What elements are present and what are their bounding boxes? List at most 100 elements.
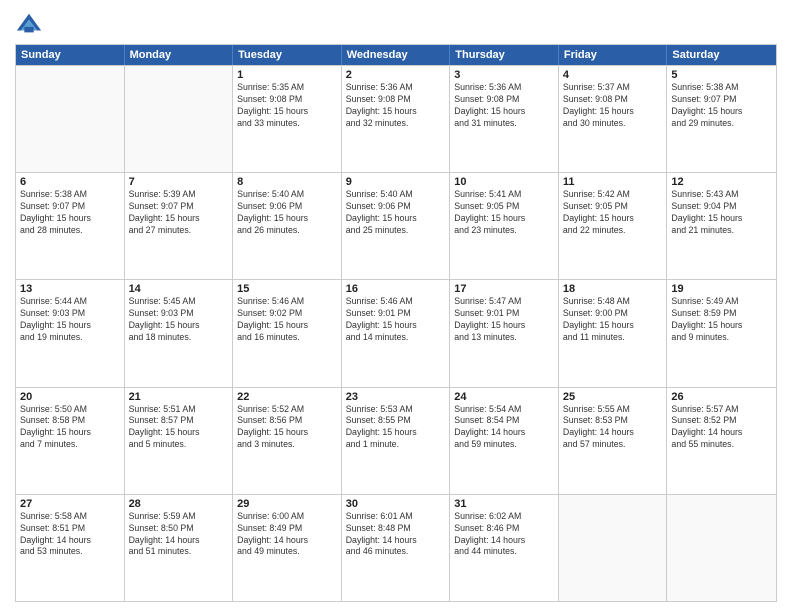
cal-header-tuesday: Tuesday [233, 45, 342, 65]
day-cell-3: 3Sunrise: 5:36 AM Sunset: 9:08 PM Daylig… [450, 66, 559, 172]
day-info: Sunrise: 6:02 AM Sunset: 8:46 PM Dayligh… [454, 511, 554, 559]
day-cell-25: 25Sunrise: 5:55 AM Sunset: 8:53 PM Dayli… [559, 388, 668, 494]
day-cell-27: 27Sunrise: 5:58 AM Sunset: 8:51 PM Dayli… [16, 495, 125, 601]
day-number: 11 [563, 176, 663, 188]
day-info: Sunrise: 5:57 AM Sunset: 8:52 PM Dayligh… [671, 404, 772, 452]
day-info: Sunrise: 5:40 AM Sunset: 9:06 PM Dayligh… [237, 189, 337, 237]
day-info: Sunrise: 5:54 AM Sunset: 8:54 PM Dayligh… [454, 404, 554, 452]
day-number: 30 [346, 498, 446, 510]
day-number: 16 [346, 283, 446, 295]
day-cell-9: 9Sunrise: 5:40 AM Sunset: 9:06 PM Daylig… [342, 173, 451, 279]
cal-header-monday: Monday [125, 45, 234, 65]
day-info: Sunrise: 5:49 AM Sunset: 8:59 PM Dayligh… [671, 296, 772, 344]
day-info: Sunrise: 5:58 AM Sunset: 8:51 PM Dayligh… [20, 511, 120, 559]
week-row-3: 13Sunrise: 5:44 AM Sunset: 9:03 PM Dayli… [16, 279, 776, 386]
day-cell-26: 26Sunrise: 5:57 AM Sunset: 8:52 PM Dayli… [667, 388, 776, 494]
day-number: 31 [454, 498, 554, 510]
day-info: Sunrise: 5:48 AM Sunset: 9:00 PM Dayligh… [563, 296, 663, 344]
day-number: 15 [237, 283, 337, 295]
day-info: Sunrise: 5:52 AM Sunset: 8:56 PM Dayligh… [237, 404, 337, 452]
day-number: 17 [454, 283, 554, 295]
day-cell-11: 11Sunrise: 5:42 AM Sunset: 9:05 PM Dayli… [559, 173, 668, 279]
day-number: 12 [671, 176, 772, 188]
day-number: 7 [129, 176, 229, 188]
day-cell-8: 8Sunrise: 5:40 AM Sunset: 9:06 PM Daylig… [233, 173, 342, 279]
day-info: Sunrise: 5:40 AM Sunset: 9:06 PM Dayligh… [346, 189, 446, 237]
day-number: 20 [20, 391, 120, 403]
day-number: 21 [129, 391, 229, 403]
calendar: SundayMondayTuesdayWednesdayThursdayFrid… [15, 44, 777, 602]
day-info: Sunrise: 5:47 AM Sunset: 9:01 PM Dayligh… [454, 296, 554, 344]
day-info: Sunrise: 5:39 AM Sunset: 9:07 PM Dayligh… [129, 189, 229, 237]
cal-header-sunday: Sunday [16, 45, 125, 65]
day-cell-13: 13Sunrise: 5:44 AM Sunset: 9:03 PM Dayli… [16, 280, 125, 386]
day-number: 27 [20, 498, 120, 510]
day-info: Sunrise: 5:59 AM Sunset: 8:50 PM Dayligh… [129, 511, 229, 559]
header [15, 10, 777, 38]
day-cell-6: 6Sunrise: 5:38 AM Sunset: 9:07 PM Daylig… [16, 173, 125, 279]
day-cell-15: 15Sunrise: 5:46 AM Sunset: 9:02 PM Dayli… [233, 280, 342, 386]
cal-header-wednesday: Wednesday [342, 45, 451, 65]
day-cell-empty [667, 495, 776, 601]
page: SundayMondayTuesdayWednesdayThursdayFrid… [0, 0, 792, 612]
day-cell-4: 4Sunrise: 5:37 AM Sunset: 9:08 PM Daylig… [559, 66, 668, 172]
day-info: Sunrise: 5:41 AM Sunset: 9:05 PM Dayligh… [454, 189, 554, 237]
day-info: Sunrise: 5:43 AM Sunset: 9:04 PM Dayligh… [671, 189, 772, 237]
day-number: 28 [129, 498, 229, 510]
day-info: Sunrise: 5:45 AM Sunset: 9:03 PM Dayligh… [129, 296, 229, 344]
cal-header-thursday: Thursday [450, 45, 559, 65]
day-cell-empty [125, 66, 234, 172]
day-number: 23 [346, 391, 446, 403]
week-row-5: 27Sunrise: 5:58 AM Sunset: 8:51 PM Dayli… [16, 494, 776, 601]
day-number: 18 [563, 283, 663, 295]
day-cell-12: 12Sunrise: 5:43 AM Sunset: 9:04 PM Dayli… [667, 173, 776, 279]
day-cell-7: 7Sunrise: 5:39 AM Sunset: 9:07 PM Daylig… [125, 173, 234, 279]
day-cell-17: 17Sunrise: 5:47 AM Sunset: 9:01 PM Dayli… [450, 280, 559, 386]
week-row-1: 1Sunrise: 5:35 AM Sunset: 9:08 PM Daylig… [16, 65, 776, 172]
day-number: 26 [671, 391, 772, 403]
day-info: Sunrise: 6:00 AM Sunset: 8:49 PM Dayligh… [237, 511, 337, 559]
day-cell-16: 16Sunrise: 5:46 AM Sunset: 9:01 PM Dayli… [342, 280, 451, 386]
day-cell-29: 29Sunrise: 6:00 AM Sunset: 8:49 PM Dayli… [233, 495, 342, 601]
day-number: 13 [20, 283, 120, 295]
day-info: Sunrise: 5:50 AM Sunset: 8:58 PM Dayligh… [20, 404, 120, 452]
day-cell-20: 20Sunrise: 5:50 AM Sunset: 8:58 PM Dayli… [16, 388, 125, 494]
day-cell-5: 5Sunrise: 5:38 AM Sunset: 9:07 PM Daylig… [667, 66, 776, 172]
day-cell-19: 19Sunrise: 5:49 AM Sunset: 8:59 PM Dayli… [667, 280, 776, 386]
day-info: Sunrise: 5:46 AM Sunset: 9:02 PM Dayligh… [237, 296, 337, 344]
logo-icon [15, 10, 43, 38]
day-cell-30: 30Sunrise: 6:01 AM Sunset: 8:48 PM Dayli… [342, 495, 451, 601]
calendar-body: 1Sunrise: 5:35 AM Sunset: 9:08 PM Daylig… [16, 65, 776, 601]
day-number: 8 [237, 176, 337, 188]
calendar-header-row: SundayMondayTuesdayWednesdayThursdayFrid… [16, 45, 776, 65]
day-cell-22: 22Sunrise: 5:52 AM Sunset: 8:56 PM Dayli… [233, 388, 342, 494]
day-cell-23: 23Sunrise: 5:53 AM Sunset: 8:55 PM Dayli… [342, 388, 451, 494]
cal-header-saturday: Saturday [667, 45, 776, 65]
day-info: Sunrise: 5:53 AM Sunset: 8:55 PM Dayligh… [346, 404, 446, 452]
day-number: 3 [454, 69, 554, 81]
day-cell-18: 18Sunrise: 5:48 AM Sunset: 9:00 PM Dayli… [559, 280, 668, 386]
day-info: Sunrise: 5:44 AM Sunset: 9:03 PM Dayligh… [20, 296, 120, 344]
day-info: Sunrise: 5:55 AM Sunset: 8:53 PM Dayligh… [563, 404, 663, 452]
day-number: 19 [671, 283, 772, 295]
day-cell-empty [559, 495, 668, 601]
day-info: Sunrise: 5:51 AM Sunset: 8:57 PM Dayligh… [129, 404, 229, 452]
day-info: Sunrise: 5:42 AM Sunset: 9:05 PM Dayligh… [563, 189, 663, 237]
day-number: 29 [237, 498, 337, 510]
day-info: Sunrise: 5:37 AM Sunset: 9:08 PM Dayligh… [563, 82, 663, 130]
day-number: 5 [671, 69, 772, 81]
day-info: Sunrise: 6:01 AM Sunset: 8:48 PM Dayligh… [346, 511, 446, 559]
week-row-2: 6Sunrise: 5:38 AM Sunset: 9:07 PM Daylig… [16, 172, 776, 279]
day-info: Sunrise: 5:36 AM Sunset: 9:08 PM Dayligh… [346, 82, 446, 130]
day-number: 6 [20, 176, 120, 188]
day-number: 2 [346, 69, 446, 81]
day-number: 10 [454, 176, 554, 188]
day-number: 22 [237, 391, 337, 403]
day-cell-10: 10Sunrise: 5:41 AM Sunset: 9:05 PM Dayli… [450, 173, 559, 279]
day-cell-1: 1Sunrise: 5:35 AM Sunset: 9:08 PM Daylig… [233, 66, 342, 172]
day-cell-empty [16, 66, 125, 172]
day-cell-2: 2Sunrise: 5:36 AM Sunset: 9:08 PM Daylig… [342, 66, 451, 172]
day-cell-21: 21Sunrise: 5:51 AM Sunset: 8:57 PM Dayli… [125, 388, 234, 494]
day-number: 25 [563, 391, 663, 403]
day-info: Sunrise: 5:46 AM Sunset: 9:01 PM Dayligh… [346, 296, 446, 344]
